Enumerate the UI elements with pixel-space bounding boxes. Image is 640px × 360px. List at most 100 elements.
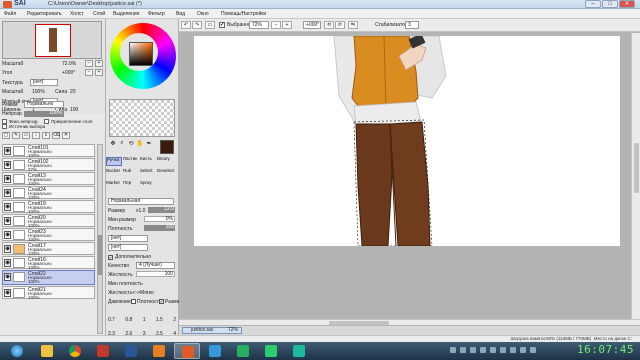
document-tab[interactable]: justice.sai 72%	[182, 327, 242, 334]
layer-row[interactable]: ◉ Слой24 Нормально 100%	[2, 186, 95, 200]
layer-row[interactable]: ◉ Слой19 Нормально 100%	[2, 200, 95, 214]
zoom-in-icon[interactable]: +	[282, 21, 292, 29]
menu-layer[interactable]: Слой	[93, 11, 105, 17]
zoom-icon[interactable]: ⌕	[118, 140, 126, 150]
close-button[interactable]: ✕	[619, 0, 635, 8]
visibility-eye-icon[interactable]: ◉	[4, 231, 11, 239]
brush-preset-select[interactable]: Нормальная	[108, 198, 174, 205]
taskbar-clock[interactable]: 16:07:45	[577, 343, 634, 356]
visibility-eye-icon[interactable]: ◉	[4, 217, 11, 225]
undo-icon[interactable]: ↶	[181, 21, 191, 29]
layer-row[interactable]: ◉ Слой16 Нормально 100%	[2, 256, 95, 270]
tray-icon[interactable]	[490, 347, 496, 353]
canvas-area[interactable]	[179, 33, 631, 319]
size-preset[interactable]: 0.8	[125, 317, 132, 323]
advanced-checkbox[interactable]: ✔	[108, 255, 113, 260]
scratchpad[interactable]	[109, 99, 175, 137]
zoom-out-icon[interactable]: −	[271, 21, 281, 29]
layer-row[interactable]: ◉ Слой101 Нормально 100%	[2, 144, 95, 158]
layer-row[interactable]: ◉ Слой23 Нормально 100%	[2, 228, 95, 242]
visibility-eye-icon[interactable]: ◉	[4, 161, 11, 169]
menu-help[interactable]: Помощь/Настройки	[221, 11, 266, 17]
transfer-down-icon[interactable]: ↓	[32, 132, 40, 139]
eyedropper-icon[interactable]: ✒	[145, 140, 153, 150]
taskbar-app-red[interactable]	[90, 343, 116, 359]
move-icon[interactable]: ✥	[109, 140, 117, 150]
layer-row[interactable]: ◉ Слой17 Нормально 100%	[2, 242, 95, 256]
layer-row[interactable]: ◉ Слой102 Нормально 27%	[2, 158, 95, 172]
tool-rub[interactable]: Rub	[123, 168, 139, 178]
delete-layer-icon[interactable]: ✕	[62, 132, 70, 139]
tray-icon[interactable]	[510, 347, 516, 353]
tray-icon[interactable]	[480, 347, 486, 353]
tool-deselect[interactable]: Deselect	[157, 168, 175, 178]
maximize-button[interactable]: □	[602, 0, 618, 8]
texture-select[interactable]: [нет]	[30, 79, 58, 86]
menu-file[interactable]: Файл	[4, 11, 16, 17]
visibility-eye-icon[interactable]: ◉	[4, 289, 11, 297]
hand-icon[interactable]: ✋	[136, 140, 144, 150]
taskbar-photo[interactable]	[202, 343, 228, 359]
brush-shape-select[interactable]: [нет]	[108, 235, 148, 242]
flip-icon[interactable]: ⇋	[348, 21, 358, 29]
start-button[interactable]	[4, 343, 30, 359]
visibility-eye-icon[interactable]: ◉	[4, 245, 11, 253]
layer-row[interactable]: ◉ Слой20 Нормально 100%	[2, 214, 95, 228]
menu-selection[interactable]: Выделение	[113, 11, 140, 17]
menu-view[interactable]: Вид	[176, 11, 185, 17]
tray-icon[interactable]	[500, 347, 506, 353]
clear-layer-icon[interactable]: ⌫	[52, 132, 60, 139]
canvas-paper[interactable]	[194, 36, 620, 246]
size-preset[interactable]: 1	[143, 317, 146, 323]
saturation-value-picker[interactable]	[129, 42, 153, 66]
new-linework-icon[interactable]: ✎	[12, 132, 20, 139]
network-icon[interactable]	[530, 347, 536, 353]
tool-brush[interactable]: Кисть	[140, 156, 156, 166]
tool-spray[interactable]: Spray	[140, 180, 156, 190]
tool-binary[interactable]: Binary	[157, 156, 173, 166]
merge-down-icon[interactable]: ⇓	[42, 132, 50, 139]
brush-texture-select[interactable]: [нет]	[108, 244, 148, 251]
menu-canvas[interactable]: Холст	[70, 11, 84, 17]
size-preset[interactable]: 0.7	[108, 317, 115, 323]
size-preset[interactable]: 1.5	[156, 317, 163, 323]
volume-icon[interactable]	[520, 347, 526, 353]
new-layer-icon[interactable]: ▢	[2, 132, 10, 139]
angle-minus-button[interactable]: −	[85, 69, 93, 76]
size-preset[interactable]: 2	[173, 317, 176, 323]
taskbar-explorer[interactable]	[34, 343, 60, 359]
layer-row-selected[interactable]: ◉ Слой22 Нормально 100%	[2, 270, 95, 285]
tool-marker[interactable]: Marker	[106, 180, 122, 190]
quality-select[interactable]: 4 (Лучше)	[136, 262, 175, 269]
tool-select[interactable]: Select	[140, 168, 156, 178]
hardness-slider[interactable]: 100	[136, 271, 175, 277]
visibility-eye-icon[interactable]: ◉	[4, 203, 11, 211]
layer-scrollbar-thumb[interactable]	[98, 235, 102, 275]
deselect-icon[interactable]: ▭	[205, 21, 215, 29]
angle-plus-button[interactable]: +	[95, 69, 103, 76]
density-slider[interactable]: 100	[144, 225, 175, 231]
stabilizer-select[interactable]: 3	[405, 21, 419, 29]
tray-icon[interactable]	[470, 347, 476, 353]
zoom-select[interactable]: 72%	[249, 21, 269, 29]
tool-eraser[interactable]: Ластик	[123, 156, 139, 166]
selection-checkbox[interactable]: ✔	[219, 22, 225, 28]
menu-window[interactable]: Окно	[197, 11, 209, 17]
tool-feather[interactable]: Пер	[123, 180, 139, 190]
layer-scrollbar[interactable]	[97, 144, 103, 334]
taskbar-sai[interactable]	[174, 343, 200, 359]
tray-icon[interactable]	[460, 347, 466, 353]
selection-source-checkbox[interactable]	[2, 124, 7, 129]
taskbar-app-green[interactable]	[230, 343, 256, 359]
taskbar-word[interactable]	[118, 343, 144, 359]
taskbar-app-orange[interactable]	[146, 343, 172, 359]
tool-pen[interactable]: Ручка	[106, 157, 122, 166]
size-multiplier[interactable]: x1.0	[136, 208, 145, 214]
visibility-eye-icon[interactable]: ◉	[4, 175, 11, 183]
min-size-slider[interactable]: 0%	[144, 216, 175, 222]
visibility-eye-icon[interactable]: ◉	[4, 259, 11, 267]
zoom-minus-button[interactable]: −	[85, 60, 93, 67]
visibility-eye-icon[interactable]: ◉	[4, 147, 11, 155]
rotate-right-icon[interactable]: ⟳	[335, 21, 345, 29]
rotate-left-icon[interactable]: ⟲	[324, 21, 334, 29]
